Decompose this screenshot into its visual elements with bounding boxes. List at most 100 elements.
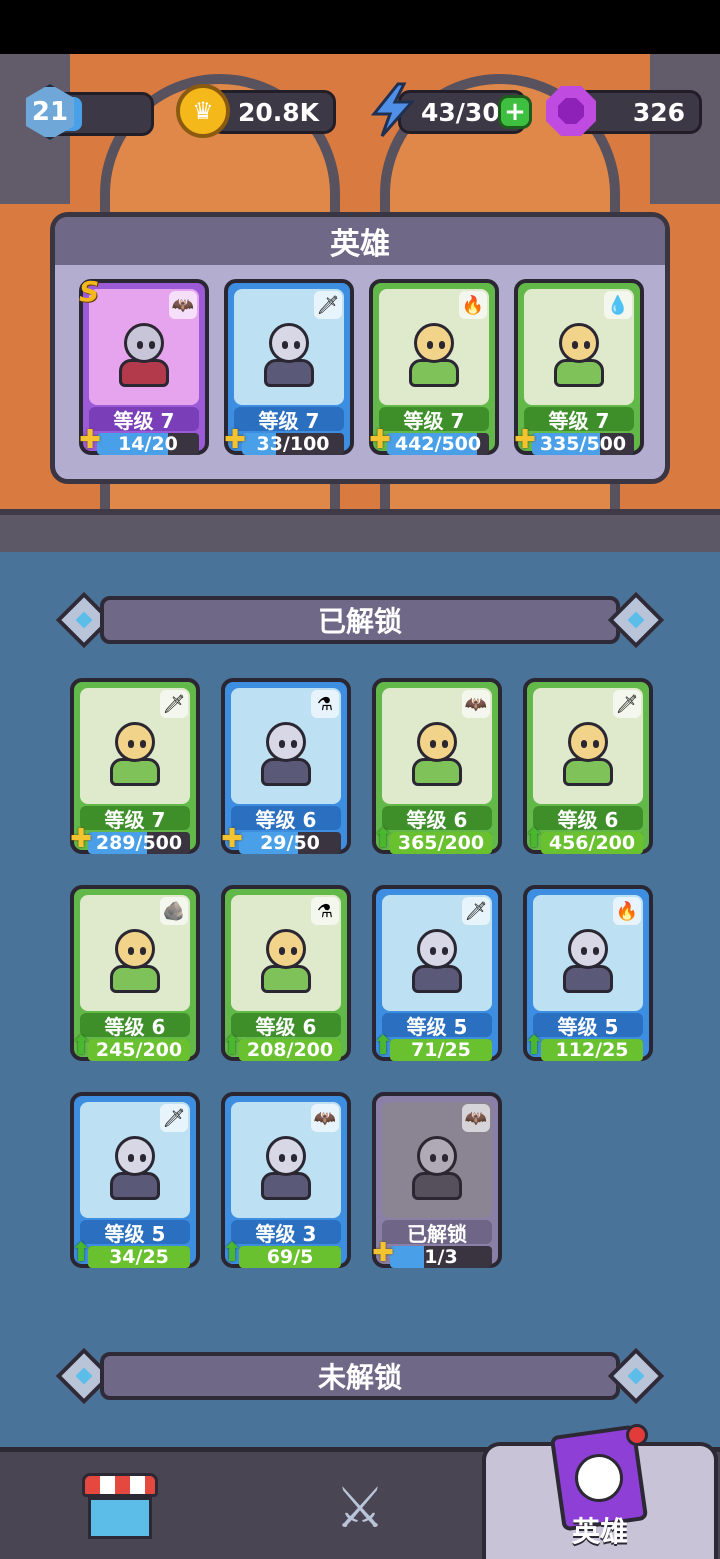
puzzle-piece-icon: ✚ (372, 1238, 394, 1268)
hero-card[interactable]: 🗡 等级 6 456/200 ⬆ (523, 678, 653, 854)
progress-text: 14/20 (118, 433, 178, 455)
hero-card-progress: 289/500 (88, 832, 190, 854)
hero-level: 等级 5 (382, 1013, 492, 1039)
crossed-swords-icon: ⚔ (334, 1475, 386, 1541)
hero-card[interactable]: 🦇 等级 6 365/200 ⬆ (372, 678, 502, 854)
hero-level: 已解锁 (382, 1220, 492, 1246)
upgrade-arrow-icon: ⬆ (372, 824, 394, 854)
bat-icon: 🦇 (462, 690, 490, 718)
water-drop-icon: 💧 (604, 291, 632, 319)
hero-card[interactable]: 🪨 等级 6 245/200 ⬆ (70, 885, 200, 1061)
hero-card[interactable]: 🦇 等级 3 69/5 ⬆ (221, 1092, 351, 1268)
hero-collection-area: 已解锁 🗡 等级 7 289/500 ✚ ⚗ 等级 6 29/50 ✚ 🦇 等级… (0, 552, 720, 1447)
tab-heroes[interactable]: 英雄 (482, 1424, 718, 1559)
hero-card[interactable]: 💧 等级 7 335/500 ✚ (514, 279, 644, 455)
lightning-bolt-icon (368, 82, 418, 138)
hero-panel-title: 英雄 (55, 217, 665, 265)
hero-card-progress: 335/500 (532, 433, 634, 455)
hero-card[interactable]: ⚗ 等级 6 208/200 ⬆ (221, 885, 351, 1061)
hero-character (404, 1122, 470, 1202)
hero-level: 等级 7 (89, 407, 199, 433)
hero-character (555, 915, 621, 995)
hero-character (404, 708, 470, 788)
add-energy-button[interactable]: + (498, 95, 532, 129)
equipped-heroes-panel: 英雄 🦇 等级 7 14/20 ✚ S 🗡 等级 7 33/100 ✚ 🔥 等级… (50, 212, 670, 484)
hero-level: 等级 6 (231, 806, 341, 832)
crown-coin-icon: ♛ (176, 84, 230, 138)
rank-badge: S (79, 275, 100, 308)
hero-level: 等级 6 (533, 806, 643, 832)
hero-card[interactable]: 🔥 等级 7 442/500 ✚ (369, 279, 499, 455)
hero-card[interactable]: 🗡 等级 5 71/25 ⬆ (372, 885, 502, 1061)
hero-card[interactable]: 🗡 等级 5 34/25 ⬆ (70, 1092, 200, 1268)
progress-text: 289/500 (95, 832, 183, 854)
tab-shop[interactable] (0, 1452, 240, 1559)
unlocked-section-title: 已解锁 (100, 596, 620, 644)
hero-card-progress: 29/50 (239, 832, 341, 854)
fire-icon: 🔥 (459, 291, 487, 319)
potion-icon: ⚗ (311, 897, 339, 925)
upgrade-arrow-icon: ⬆ (221, 1031, 243, 1061)
hero-card[interactable]: 🔥 等级 5 112/25 ⬆ (523, 885, 653, 1061)
plus-icon: + (498, 95, 532, 129)
upgrade-arrow-icon: ⬆ (523, 1031, 545, 1061)
hero-level: 等级 7 (379, 407, 489, 433)
hero-card[interactable]: 🦇 等级 7 14/20 ✚ S (79, 275, 209, 455)
progress-text: 335/500 (539, 433, 627, 455)
hero-character (256, 309, 322, 389)
hero-card-progress: 14/20 (97, 433, 199, 455)
bottom-navigation: ⚔ 英雄 (0, 1424, 720, 1559)
hero-level: 等级 7 (524, 407, 634, 433)
locked-section-header: 未解锁 (55, 1347, 665, 1405)
hero-card-progress: 245/200 (88, 1039, 190, 1061)
shield-icon: 21 (25, 84, 75, 140)
upgrade-arrow-icon: ⬆ (523, 824, 545, 854)
tab-battle[interactable]: ⚔ (240, 1452, 480, 1559)
status-bar (0, 0, 720, 54)
progress-text: 69/5 (266, 1246, 314, 1268)
hero-card[interactable]: ⚗ 等级 6 29/50 ✚ (221, 678, 351, 854)
hero-character (401, 309, 467, 389)
progress-text: 456/200 (548, 832, 636, 854)
progress-text: 365/200 (397, 832, 485, 854)
castle-floor (0, 509, 720, 554)
puzzle-piece-icon: ✚ (221, 824, 243, 854)
hero-card-progress: 1/3 (390, 1246, 492, 1268)
hero-character (102, 915, 168, 995)
upgrade-arrow-icon: ⬆ (221, 1238, 243, 1268)
hero-level: 等级 3 (231, 1220, 341, 1246)
hero-card[interactable]: 🗡 等级 7 33/100 ✚ (224, 279, 354, 455)
hero-level: 等级 6 (382, 806, 492, 832)
upgrade-arrow-icon: ⬆ (70, 1238, 92, 1268)
locked-section-title: 未解锁 (100, 1352, 620, 1400)
gem-amount: 326 (632, 97, 685, 127)
sword-icon: 🗡 (160, 690, 188, 718)
hero-level: 等级 5 (533, 1013, 643, 1039)
progress-text: 112/25 (555, 1039, 629, 1061)
puzzle-piece-icon: ✚ (70, 824, 92, 854)
puzzle-piece-icon: ✚ (224, 425, 246, 455)
hero-character (546, 309, 612, 389)
hero-card-progress: 33/100 (242, 433, 344, 455)
hero-level: 等级 6 (80, 1013, 190, 1039)
puzzle-piece-icon: ✚ (79, 425, 101, 455)
progress-text: 245/200 (95, 1039, 183, 1061)
player-level-badge[interactable]: 21 (22, 84, 78, 140)
hero-card[interactable]: 🦇 已解锁 1/3 ✚ (372, 1092, 502, 1268)
tab-heroes-label: 英雄 (571, 1515, 628, 1548)
hero-character (102, 1122, 168, 1202)
progress-text: 33/100 (256, 433, 330, 455)
rock-icon: 🪨 (160, 897, 188, 925)
potion-icon: ⚗ (311, 690, 339, 718)
fire-icon: 🔥 (613, 897, 641, 925)
upgrade-arrow-icon: ⬆ (70, 1031, 92, 1061)
player-level: 21 (31, 97, 69, 127)
hero-card-progress: 71/25 (390, 1039, 492, 1061)
hero-card-progress: 456/200 (541, 832, 643, 854)
bat-icon: 🦇 (169, 291, 197, 319)
shop-icon (82, 1473, 158, 1543)
hero-card[interactable]: 🗡 等级 7 289/500 ✚ (70, 678, 200, 854)
hero-character (102, 708, 168, 788)
upgrade-arrow-icon: ⬆ (372, 1031, 394, 1061)
notification-dot (626, 1424, 648, 1446)
